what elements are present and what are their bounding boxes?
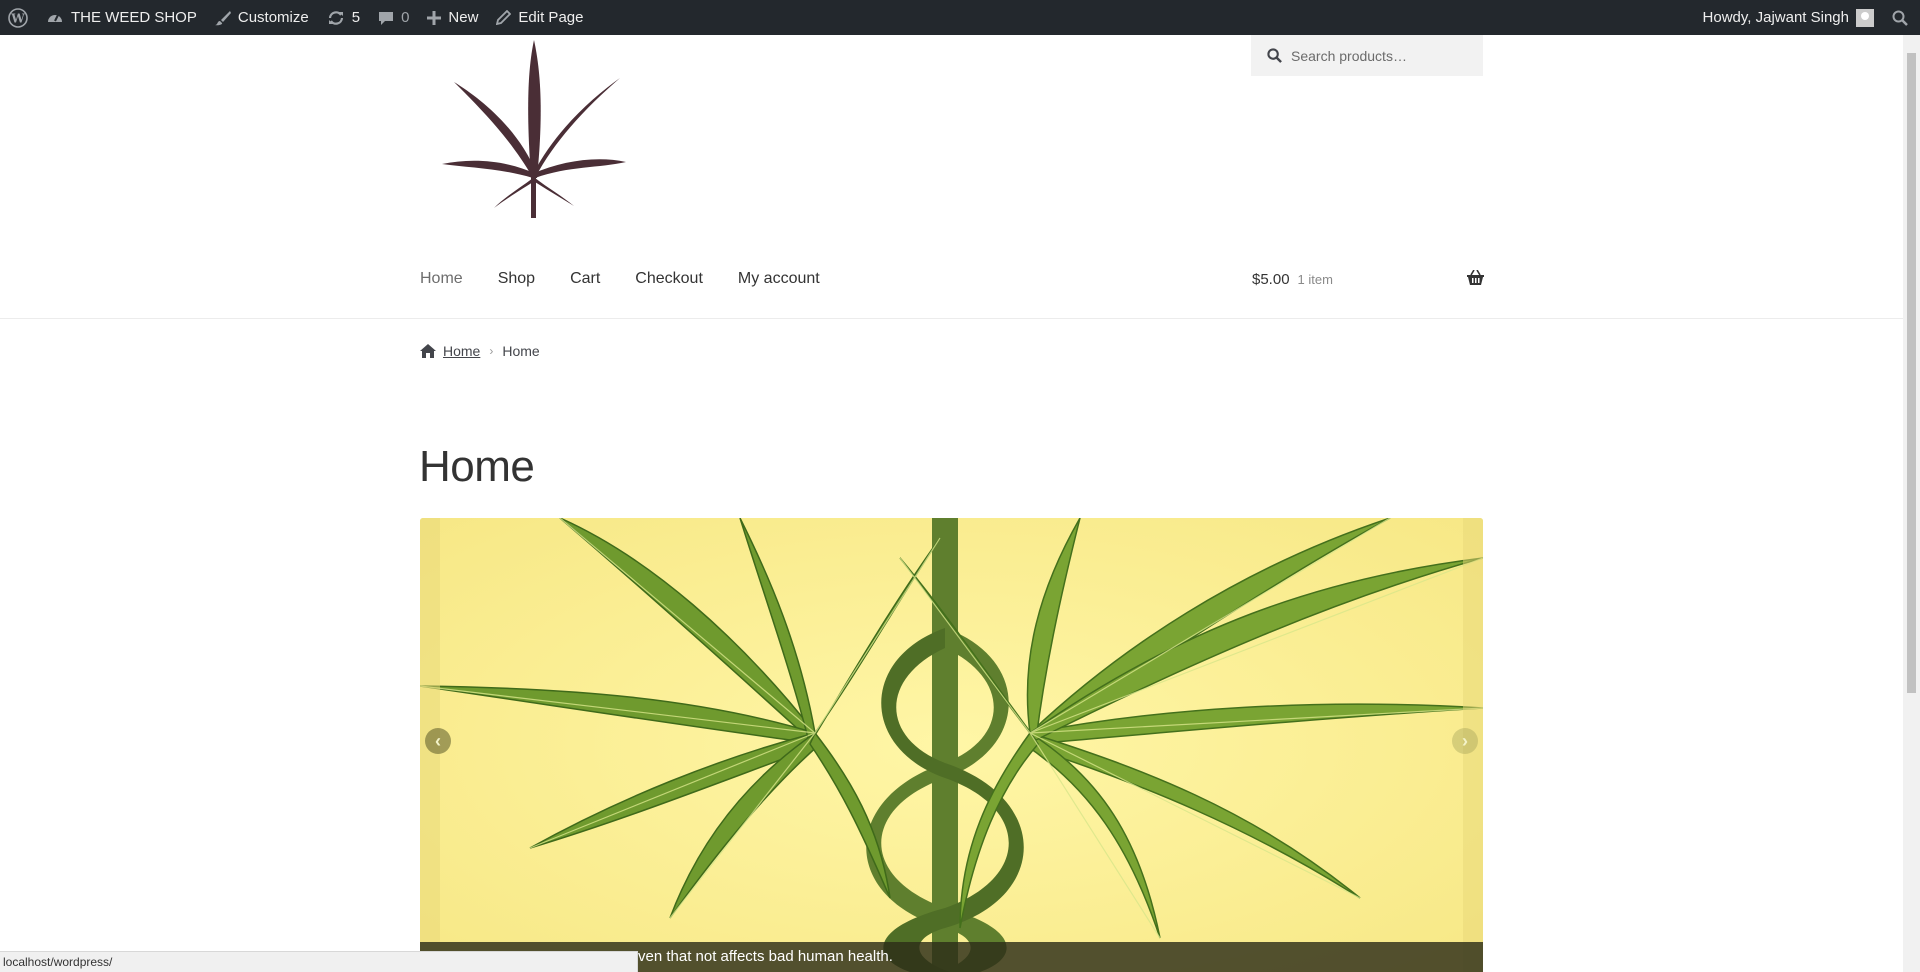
breadcrumb-home-link[interactable]: Home [443,343,480,359]
cart-amount: $5.00 [1252,270,1290,288]
home-icon [420,344,436,358]
new-content-menu[interactable]: New [418,0,487,35]
comment-icon [379,11,394,25]
avatar [1856,8,1874,27]
updates-count: 5 [351,9,361,26]
header-divider [0,318,1903,319]
site-logo[interactable] [440,38,630,220]
wp-admin-bar: W THE WEED SHOP Customize 5 0 New Edit P… [0,0,1920,35]
page-title: Home [419,442,535,491]
chevron-right-icon: › [1462,730,1468,751]
chevron-left-icon: ‹ [435,730,441,751]
breadcrumb: Home › Home [420,343,540,359]
slider-next-button[interactable]: › [1452,728,1478,754]
breadcrumb-separator-icon: › [489,344,494,358]
nav-shop[interactable]: Shop [498,270,535,288]
updates-icon [328,10,343,25]
new-label: New [448,9,479,26]
status-url: localhost/wordpress/ [3,955,113,969]
wordpress-logo-menu[interactable]: W [0,0,37,35]
dashboard-icon [48,14,62,22]
admin-bar-right: Howdy, Jajwant Singh [1694,0,1920,35]
cart-count: 1 item [1297,271,1333,287]
updates-link[interactable]: 5 [318,0,369,35]
nav-my-account[interactable]: My account [738,270,820,288]
nav-home[interactable]: Home [420,270,463,288]
svg-text:W: W [10,11,25,25]
product-search[interactable] [1251,35,1483,76]
customize-link[interactable]: Customize [206,0,318,35]
edit-page-label: Edit Page [518,9,584,26]
paintbrush-icon [214,10,231,25]
plus-icon [427,10,442,25]
header-cart[interactable]: $5.00 1 item [1252,262,1484,296]
site-name-menu[interactable]: THE WEED SHOP [37,0,206,35]
slider-image [420,518,1483,972]
scrollbar-thumb[interactable] [1907,53,1916,693]
admin-search-button[interactable] [1883,0,1920,35]
site-name-label: THE WEED SHOP [71,9,197,26]
cannabis-leaf-logo-icon [442,40,626,218]
basket-icon [1467,270,1484,285]
slider-prev-button[interactable]: ‹ [425,728,451,754]
image-slider: ‹ › ven that not affects bad human healt… [420,518,1483,972]
howdy-greeting: Howdy, Jajwant Singh [1702,9,1849,26]
page-scrollbar[interactable] [1903,35,1920,972]
nav-cart[interactable]: Cart [570,270,600,288]
breadcrumb-current: Home [502,343,540,359]
pencil-icon [496,10,512,25]
search-icon [1267,48,1282,63]
my-account-menu[interactable]: Howdy, Jajwant Singh [1694,0,1883,35]
search-icon [1892,10,1908,26]
search-products-input[interactable] [1291,47,1471,64]
edit-page-link[interactable]: Edit Page [487,0,592,35]
customize-label: Customize [237,9,309,26]
comments-count: 0 [401,9,410,26]
browser-status-bar: localhost/wordpress/ [0,951,638,972]
nav-checkout[interactable]: Checkout [635,270,703,288]
primary-navigation: Home Shop Cart Checkout My account [420,264,855,294]
wordpress-icon: W [8,7,28,28]
comments-link[interactable]: 0 [369,0,418,35]
